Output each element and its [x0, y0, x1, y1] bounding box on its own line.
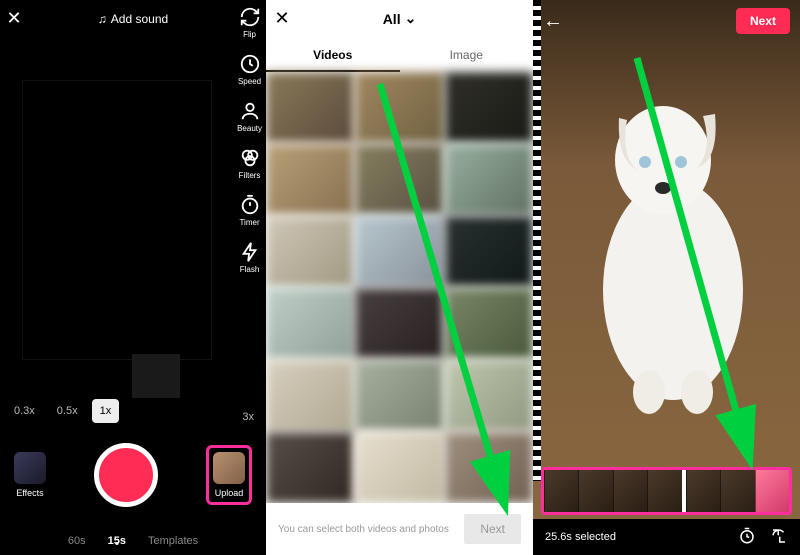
trim-screen: ← Next 25.6s selected: [533, 0, 800, 555]
trim-next-button[interactable]: Next: [736, 8, 790, 34]
beauty-label: Beauty: [237, 124, 262, 133]
tab-templates[interactable]: Templates: [148, 535, 198, 547]
back-button[interactable]: ←: [543, 10, 563, 33]
gallery-footer: You can select both videos and photos Ne…: [266, 503, 533, 555]
selection-hint: You can select both videos and photos: [278, 524, 449, 535]
upload-button[interactable]: Upload: [213, 452, 245, 498]
tab-60s[interactable]: 60s: [68, 535, 86, 547]
timer-icon: [239, 194, 261, 216]
gallery-item[interactable]: [445, 144, 533, 215]
camera-top-bar: ✕ ♫ Add sound: [0, 8, 266, 29]
gallery-item[interactable]: [355, 360, 443, 431]
gallery-item[interactable]: [266, 72, 354, 143]
effects-icon: [14, 452, 46, 484]
zoom-0-5x[interactable]: 0.5x: [49, 399, 86, 423]
camera-bottom-bar: Effects Upload: [0, 443, 266, 507]
zoom-selector: 0.3x 0.5x 1x: [6, 399, 119, 423]
timeline-frame[interactable]: [720, 470, 754, 512]
close-button[interactable]: ✕: [0, 8, 28, 29]
timer-button[interactable]: Timer: [239, 194, 261, 227]
record-button[interactable]: [94, 443, 158, 507]
gallery-item[interactable]: [445, 288, 533, 359]
flip-label: Flip: [243, 30, 256, 39]
filters-label: Filters: [239, 171, 261, 180]
tab-videos[interactable]: Videos: [266, 40, 400, 72]
gallery-folder-selector[interactable]: All ⌄: [298, 10, 501, 27]
trim-footer-actions: [738, 527, 788, 548]
filters-icon: [239, 147, 261, 169]
beauty-button[interactable]: Beauty: [237, 100, 262, 133]
zoom-3x[interactable]: 3x: [242, 411, 254, 423]
gallery-item[interactable]: [445, 360, 533, 431]
gallery-item[interactable]: [445, 432, 533, 503]
tab-image[interactable]: Image: [400, 40, 534, 72]
flash-button[interactable]: Flash: [239, 241, 261, 274]
duration-tabs: 60s 15s Templates: [0, 535, 266, 547]
camera-viewport: [22, 80, 212, 360]
flash-label: Flash: [240, 265, 260, 274]
gallery-item[interactable]: [445, 216, 533, 287]
flash-icon: [239, 241, 261, 263]
gallery-grid[interactable]: [266, 72, 533, 503]
active-dot-icon: [115, 542, 118, 545]
gallery-item[interactable]: [266, 288, 354, 359]
timer-label: Timer: [239, 218, 259, 227]
dog-image: [563, 50, 773, 430]
speed-button[interactable]: Speed: [238, 53, 261, 86]
gallery-item[interactable]: [266, 360, 354, 431]
gallery-item[interactable]: [355, 72, 443, 143]
gallery-item[interactable]: [355, 288, 443, 359]
music-note-icon: ♫: [98, 12, 107, 26]
gallery-item[interactable]: [266, 216, 354, 287]
rotate-icon: [770, 527, 788, 545]
timeline-frame[interactable]: [613, 470, 647, 512]
rotate-button[interactable]: [770, 527, 788, 548]
tab-15s[interactable]: 15s: [108, 535, 126, 547]
gallery-item[interactable]: [266, 432, 354, 503]
speed-label: Speed: [238, 77, 261, 86]
effects-button[interactable]: Effects: [14, 452, 46, 498]
viewport-overlay: [132, 354, 180, 398]
gallery-title: All: [383, 11, 401, 27]
timeline-frame[interactable]: [647, 470, 681, 512]
timeline-frame[interactable]: [578, 470, 612, 512]
upload-label: Upload: [215, 488, 244, 498]
film-edge-decoration: [533, 0, 541, 481]
camera-tool-rail: Flip Speed Beauty Filters Timer Flash: [237, 6, 262, 274]
gallery-item[interactable]: [355, 216, 443, 287]
trim-top-bar: ← Next: [533, 8, 800, 34]
gallery-item[interactable]: [355, 144, 443, 215]
zoom-0-3x[interactable]: 0.3x: [6, 399, 43, 423]
flip-icon: [239, 6, 261, 28]
trim-timeline[interactable]: [541, 467, 792, 515]
speed-icon: [738, 527, 756, 545]
gallery-screen: ✕ All ⌄ Videos Image You can select both…: [266, 0, 533, 555]
flip-button[interactable]: Flip: [239, 6, 261, 39]
gallery-top-bar: ✕ All ⌄: [266, 8, 533, 29]
selected-duration: 25.6s selected: [545, 531, 616, 543]
add-sound-button[interactable]: ♫ Add sound: [28, 12, 238, 26]
upload-highlight: Upload: [206, 445, 252, 505]
gallery-next-button[interactable]: Next: [464, 514, 521, 544]
speed-icon: [239, 53, 261, 75]
zoom-1x[interactable]: 1x: [92, 399, 120, 423]
timeline-frame[interactable]: [686, 470, 720, 512]
gallery-item[interactable]: [445, 72, 533, 143]
speed-button[interactable]: [738, 527, 756, 548]
gallery-item[interactable]: [266, 144, 354, 215]
effects-label: Effects: [16, 488, 43, 498]
camera-screen: ✕ ♫ Add sound Flip Speed Beauty Filters …: [0, 0, 266, 555]
beauty-icon: [239, 100, 261, 122]
add-sound-label: Add sound: [111, 12, 168, 26]
trim-footer: 25.6s selected: [533, 519, 800, 555]
timeline-frame[interactable]: [544, 470, 578, 512]
gallery-item[interactable]: [355, 432, 443, 503]
upload-icon: [213, 452, 245, 484]
gallery-close-button[interactable]: ✕: [266, 8, 298, 29]
timeline-frame[interactable]: [755, 470, 789, 512]
filters-button[interactable]: Filters: [239, 147, 261, 180]
gallery-tabs: Videos Image: [266, 40, 533, 72]
chevron-down-icon: ⌄: [405, 10, 417, 27]
